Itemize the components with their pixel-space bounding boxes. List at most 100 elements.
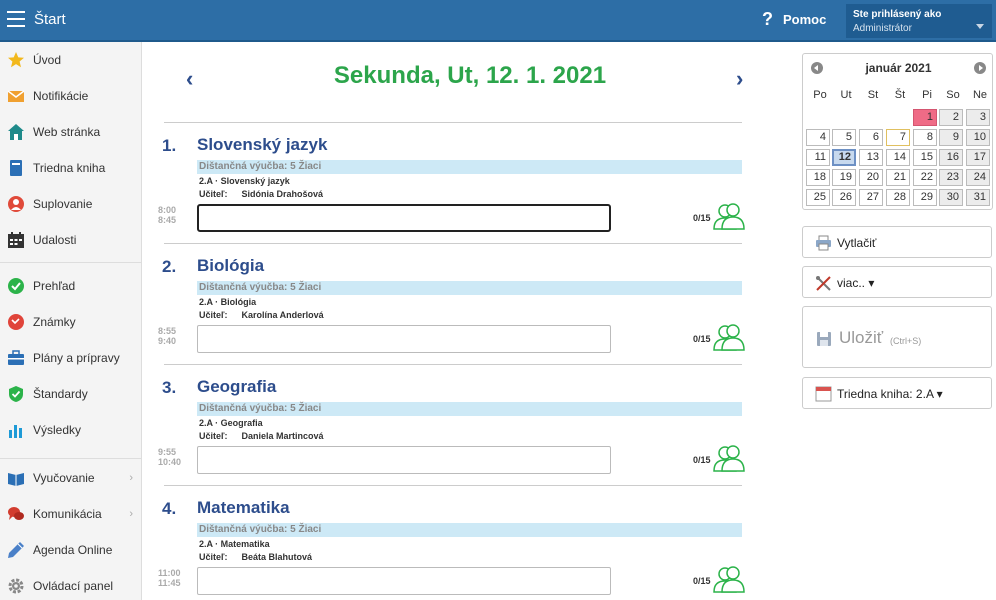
lesson-number: 1.: [162, 136, 177, 155]
sidebar-item-label: Agenda Online: [33, 543, 113, 557]
sidebar: Úvod Notifikácie Web stránka Triedna kni…: [0, 42, 142, 600]
sidebar-item-label: Notifikácie: [33, 89, 89, 103]
calendar-day[interactable]: 9: [939, 129, 963, 146]
calendar-day[interactable]: 14: [886, 149, 910, 166]
lesson-subject[interactable]: Slovenský jazyk: [197, 135, 327, 155]
calendar-day[interactable]: 28: [886, 189, 910, 206]
sidebar-item-suplovanie[interactable]: Suplovanie: [0, 186, 141, 222]
calendar-day[interactable]: 24: [966, 169, 990, 186]
calendar-day[interactable]: 16: [939, 149, 963, 166]
help-link[interactable]: Pomoc: [783, 12, 826, 27]
sidebar-item-web-stranka[interactable]: Web stránka: [0, 114, 141, 150]
sidebar-item-triedna-kniha[interactable]: Triedna kniha: [0, 150, 141, 186]
user-name: Administrátor: [853, 23, 912, 34]
lesson-topic-input[interactable]: [197, 325, 611, 353]
lesson-number: 2.: [162, 257, 177, 276]
help-icon[interactable]: ?: [762, 9, 773, 30]
lesson-topic-input[interactable]: [197, 567, 611, 595]
check-circle-icon: [8, 278, 24, 294]
sidebar-item-vysledky[interactable]: Výsledky: [0, 412, 141, 448]
students-icon[interactable]: [711, 202, 745, 230]
chat-icon: [8, 507, 24, 520]
lesson-card: 3. Geografia Dištančná výučba: 5 Žiaci 2…: [150, 364, 750, 484]
lesson-class: 2.A · Geografia: [199, 418, 263, 428]
students-icon[interactable]: [711, 565, 745, 593]
envelope-icon: [7, 90, 25, 102]
sidebar-item-udalosti[interactable]: Udalosti: [0, 222, 141, 258]
sidebar-item-vyucovanie[interactable]: Vyučovanie ›: [0, 460, 141, 496]
calendar-day[interactable]: 17: [966, 149, 990, 166]
students-icon[interactable]: [711, 323, 745, 351]
lesson-number: 3.: [162, 378, 177, 397]
lesson-subject[interactable]: Matematika: [197, 498, 290, 518]
calendar-day[interactable]: 5: [832, 129, 856, 146]
more-label: viac.. ▾: [837, 276, 875, 290]
hamburger-menu-icon[interactable]: [7, 11, 25, 27]
bar-chart-icon: [9, 425, 22, 438]
next-day-button[interactable]: ›: [736, 66, 743, 92]
calendar-month-label: január 2021: [865, 61, 932, 75]
sidebar-item-standardy[interactable]: Štandardy: [0, 376, 141, 412]
sidebar-item-prehlad[interactable]: Prehľad: [0, 268, 141, 304]
classbook-select-button[interactable]: Triedna kniha: 2.A ▾: [802, 377, 992, 409]
students-icon[interactable]: [711, 444, 745, 472]
lesson-topic-input[interactable]: [197, 446, 611, 474]
distance-learning-band: Dištančná výučba: 5 Žiaci: [197, 402, 742, 416]
sidebar-item-uvod[interactable]: Úvod: [0, 42, 141, 78]
print-label: Vytlačiť: [837, 236, 877, 250]
print-button[interactable]: Vytlačiť: [802, 226, 992, 258]
calendar-day[interactable]: 21: [886, 169, 910, 186]
sidebar-item-agenda-online[interactable]: Agenda Online: [0, 532, 141, 568]
lesson-subject[interactable]: Geografia: [197, 377, 276, 397]
star-icon: [8, 52, 24, 68]
pen-icon: [8, 542, 24, 558]
calendar-day[interactable]: 8: [913, 129, 937, 146]
calendar-day[interactable]: 31: [966, 189, 990, 206]
calendar-day[interactable]: 11: [806, 149, 830, 166]
sidebar-item-notifikacie[interactable]: Notifikácie: [0, 78, 141, 114]
lesson-subject[interactable]: Biológia: [197, 256, 264, 276]
save-button[interactable]: Uložiť (Ctrl+S): [802, 306, 992, 368]
calendar-day[interactable]: 25: [806, 189, 830, 206]
calendar-day[interactable]: 4: [806, 129, 830, 146]
sidebar-item-znamky[interactable]: Známky: [0, 304, 141, 340]
calendar-day[interactable]: 18: [806, 169, 830, 186]
calendar-day[interactable]: 29: [913, 189, 937, 206]
user-menu[interactable]: Ste prihlásený ako Administrátor: [846, 4, 992, 38]
previous-day-button[interactable]: ‹: [186, 66, 193, 92]
calendar-day[interactable]: 12: [832, 149, 856, 166]
more-button[interactable]: viac.. ▾: [802, 266, 992, 298]
sidebar-item-label: Web stránka: [33, 125, 101, 139]
sidebar-item-komunikacia[interactable]: Komunikácia ›: [0, 496, 141, 532]
calendar-next-month-button[interactable]: [974, 62, 986, 74]
calendar-day[interactable]: 6: [859, 129, 883, 146]
grades-icon: [8, 314, 24, 330]
sidebar-item-ovladaci-panel[interactable]: Ovládací panel: [0, 568, 141, 600]
calendar-day[interactable]: 26: [832, 189, 856, 206]
lesson-class: 2.A · Slovenský jazyk: [199, 176, 290, 186]
calendar-weekday-header: Ne: [972, 89, 988, 101]
shield-check-icon: [9, 386, 23, 402]
calendar-day[interactable]: 23: [939, 169, 963, 186]
calendar-day[interactable]: 22: [913, 169, 937, 186]
calendar-weekday-header: Št: [894, 89, 906, 101]
sidebar-item-plany-a-pripravy[interactable]: Plány a prípravy: [0, 340, 141, 376]
calendar-day[interactable]: 10: [966, 129, 990, 146]
calendar-day[interactable]: 1: [913, 109, 937, 126]
calendar-day[interactable]: 19: [832, 169, 856, 186]
attendance-count: 0/15: [693, 576, 711, 586]
app-title[interactable]: Štart: [34, 11, 66, 28]
calendar-day[interactable]: 7: [886, 129, 910, 146]
calendar-day[interactable]: 15: [913, 149, 937, 166]
calendar-day[interactable]: 30: [939, 189, 963, 206]
sidebar-item-label: Vyučovanie: [33, 471, 95, 485]
calendar-day[interactable]: 20: [859, 169, 883, 186]
calendar-day[interactable]: 27: [859, 189, 883, 206]
lesson-topic-input[interactable]: [197, 204, 611, 232]
calendar-day[interactable]: 13: [859, 149, 883, 166]
calendar-day[interactable]: 2: [939, 109, 963, 126]
gear-icon: [8, 578, 24, 594]
calendar-weekday-header: St: [867, 89, 879, 101]
calendar-day[interactable]: 3: [966, 109, 990, 126]
sidebar-item-label: Ovládací panel: [33, 579, 114, 593]
